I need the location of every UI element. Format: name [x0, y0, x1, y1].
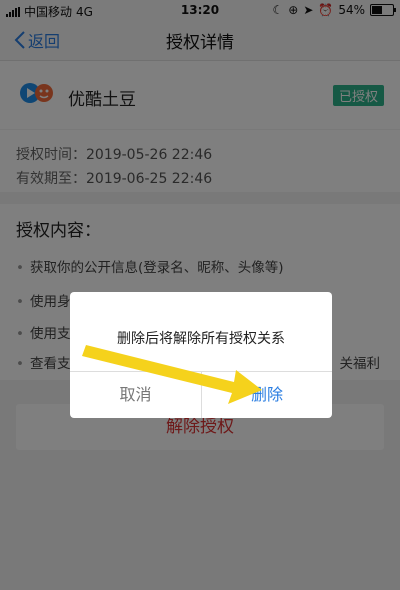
- delete-button[interactable]: 删除: [202, 372, 332, 418]
- dialog-message: 删除后将解除所有授权关系: [117, 331, 285, 347]
- confirm-dialog: 删除后将解除所有授权关系 取消 删除: [70, 292, 332, 418]
- cancel-button[interactable]: 取消: [70, 372, 201, 418]
